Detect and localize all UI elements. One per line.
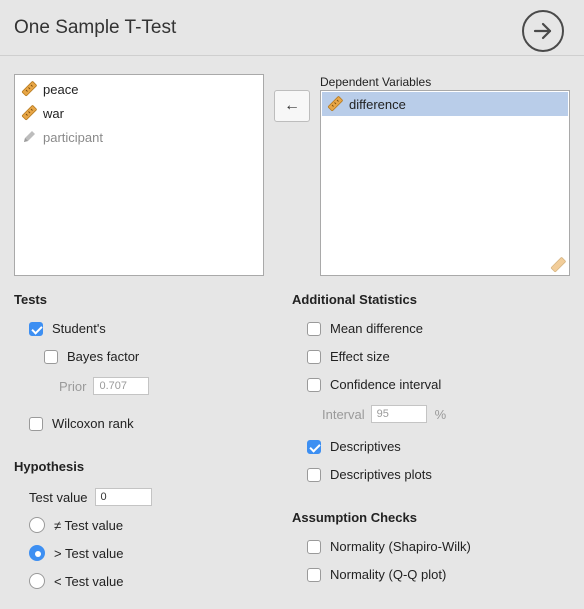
variable-label: difference [349,96,406,112]
confidence-interval-checkbox[interactable] [307,377,321,392]
bayes-checkbox-row[interactable]: Bayes factor [44,349,139,364]
variable-item-peace[interactable]: peace [21,78,78,100]
source-variable-list[interactable]: peace war participant [14,74,264,276]
header-divider [0,55,584,56]
descriptives-checkbox[interactable] [307,439,321,454]
shapiro-wilk-label: Normality (Shapiro-Wilk) [330,539,471,554]
assign-arrow-button[interactable]: ← [274,90,310,122]
shapiro-wilk-checkbox[interactable] [307,539,321,554]
wilcoxon-checkbox-row[interactable]: Wilcoxon rank [29,416,134,431]
prior-label: Prior [59,378,87,394]
not-equal-radio[interactable] [29,517,45,533]
confidence-interval-label: Confidence interval [330,377,442,392]
additional-statistics-title: Additional Statistics [292,292,417,307]
arrow-left-icon: ← [284,97,300,114]
test-value-label: Test value [29,489,88,505]
descriptives-plots-checkbox[interactable] [307,467,321,482]
hypothesis-option-lt[interactable]: < Test value [29,573,124,589]
variable-label: peace [43,81,79,97]
prior-input[interactable]: 0.707 [93,377,150,395]
effect-size-row[interactable]: Effect size [307,349,390,364]
descriptives-plots-label: Descriptives plots [330,467,432,482]
greater-than-radio[interactable] [29,545,45,561]
wilcoxon-label: Wilcoxon rank [52,416,134,431]
test-value-row: Test value 0 [29,488,152,506]
effect-size-label: Effect size [330,349,390,364]
students-checkbox-row[interactable]: Student's [29,321,106,336]
students-checkbox[interactable] [29,321,43,336]
bayes-factor-checkbox[interactable] [44,349,58,364]
pencil-icon [24,131,35,142]
interval-label: Interval [322,406,365,422]
arrow-right-circle-icon [533,22,552,40]
bayes-factor-label: Bayes factor [67,349,140,364]
variable-label: participant [43,129,103,145]
ruler-icon [21,81,37,97]
test-value-input[interactable]: 0 [94,488,152,506]
ruler-icon [21,105,37,121]
mean-difference-checkbox[interactable] [307,321,321,336]
hypothesis-option-gt[interactable]: > Test value [29,545,124,561]
tests-title: Tests [14,292,47,307]
page-title: One Sample T-Test [14,17,177,38]
hypothesis-option-ne[interactable]: ≠ Test value [29,517,123,533]
less-than-radio[interactable] [29,573,45,589]
ruler-icon [327,96,343,112]
variable-item-war[interactable]: war [21,102,64,124]
interval-unit: % [434,406,447,422]
mean-difference-label: Mean difference [330,321,423,336]
ruler-icon [550,257,566,273]
prior-row: Prior 0.707 [59,377,150,395]
mean-difference-row[interactable]: Mean difference [307,321,423,336]
qq-plot-label: Normality (Q-Q plot) [330,567,447,582]
effect-size-checkbox[interactable] [307,349,321,364]
less-than-label: < Test value [54,573,124,589]
variable-label: war [43,105,64,121]
greater-than-label: > Test value [54,545,124,561]
descriptives-row[interactable]: Descriptives [307,439,401,454]
qq-plot-checkbox[interactable] [307,567,321,582]
variable-item-difference[interactable]: difference [327,93,406,115]
interval-input[interactable]: 95 [370,405,427,423]
not-equal-label: ≠ Test value [54,517,124,533]
hypothesis-title: Hypothesis [14,459,85,474]
interval-row: Interval 95 % [322,405,446,423]
run-button[interactable] [522,10,564,52]
dependent-variables-label: Dependent Variables [320,75,432,89]
assumption-checks-title: Assumption Checks [292,510,417,525]
confidence-interval-row[interactable]: Confidence interval [307,377,441,392]
descriptives-plots-row[interactable]: Descriptives plots [307,467,432,482]
descriptives-label: Descriptives [330,439,401,454]
variable-item-participant[interactable]: participant [21,126,103,148]
wilcoxon-checkbox[interactable] [29,416,43,431]
qq-plot-row[interactable]: Normality (Q-Q plot) [307,567,446,582]
dependent-variables-list[interactable]: difference [320,90,570,276]
students-label: Student's [52,321,106,336]
shapiro-wilk-row[interactable]: Normality (Shapiro-Wilk) [307,539,471,554]
